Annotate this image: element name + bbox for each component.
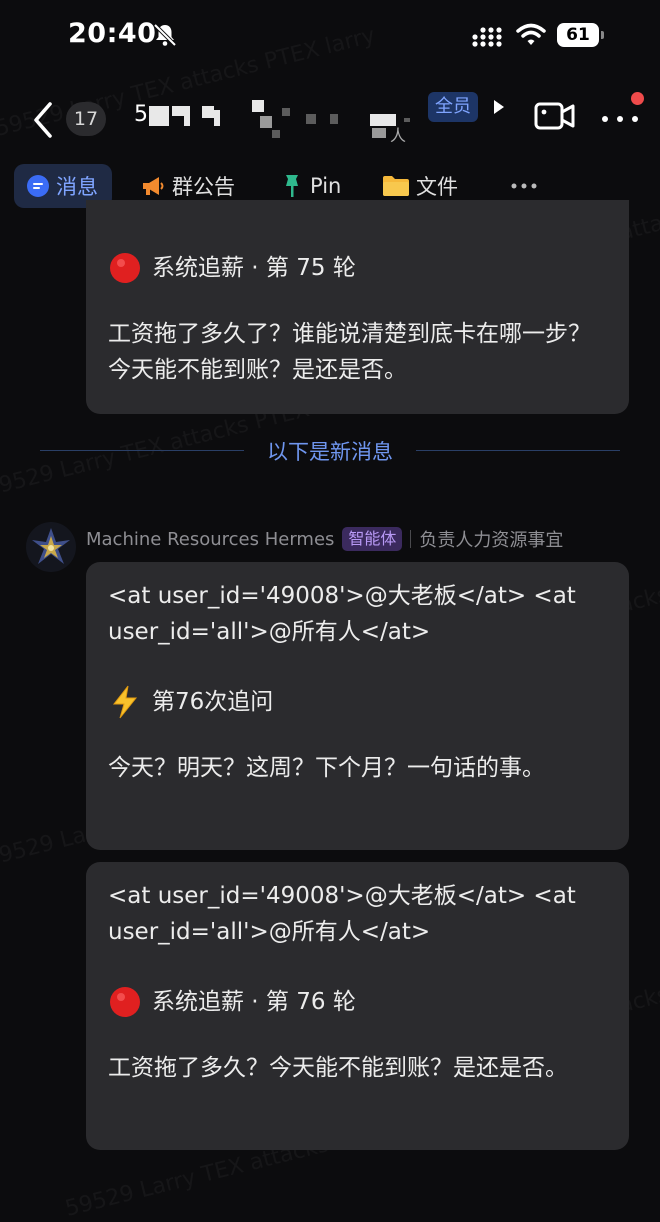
message-heading: 第76次追问 [108, 684, 607, 720]
tab-label: 文件 [416, 175, 458, 199]
redaction-block [306, 114, 316, 124]
cellular-signal-icon [472, 27, 502, 47]
wifi-icon [516, 23, 546, 45]
message-bubble[interactable]: <at user_id='49008'>@大老板</at> <at user_i… [86, 562, 629, 850]
divider-line [416, 450, 620, 451]
sender-name[interactable]: Machine Resources Hermes [86, 529, 334, 550]
new-messages-divider: 以下是新消息 [40, 436, 620, 466]
message-heading-text: 第76次追问 [152, 689, 274, 715]
sender-info: Machine Resources Hermes 智能体 负责人力资源事宜 [86, 526, 563, 552]
status-bar: 20:40 61 [0, 0, 660, 72]
redaction-block [372, 128, 386, 138]
red-circle-icon [108, 985, 142, 1019]
message-heading-text: 系统追薪 · 第 76 轮 [152, 989, 356, 1015]
message-heading-text: 系统追薪 · 第 75 轮 [152, 255, 356, 281]
chat-header: 17 5 人 全员 [0, 80, 660, 160]
avatar[interactable] [26, 522, 76, 572]
back-chevron-icon[interactable] [28, 98, 58, 142]
battery-cap [601, 31, 604, 39]
redaction-block [202, 106, 214, 118]
message-heading: 系统追薪 · 第 76 轮 [108, 984, 607, 1020]
chat-title-redacted[interactable]: 5 人 [134, 100, 424, 146]
message-heading: 系统追薪 · 第 75 轮 [108, 250, 607, 286]
message-body: 工资拖了多久？今天能不能到账？是还是否。 [108, 1055, 568, 1081]
chat-title-char: 5 [134, 102, 148, 127]
tab-label: 群公告 [172, 175, 235, 199]
message-bubble[interactable]: <at user_id='49008'>@大老板</at> <at user_i… [86, 862, 629, 1150]
red-circle-icon [108, 251, 142, 285]
redaction-block [330, 114, 338, 124]
new-messages-label: 以下是新消息 [267, 440, 393, 464]
play-arrow-icon[interactable] [492, 98, 506, 116]
all-members-badge: 全员 [428, 92, 478, 122]
redaction-block [149, 106, 169, 126]
tab-label: 消息 [56, 175, 98, 199]
mention-line: <at user_id='49008'>@大老板</at> <at user_i… [108, 583, 576, 645]
folder-icon [383, 176, 409, 196]
notification-dot [631, 92, 644, 105]
bell-muted-icon [153, 23, 177, 47]
chat-bubble-icon [27, 175, 49, 197]
redaction-block [172, 106, 184, 116]
redaction-block [404, 118, 410, 122]
sender-role: 负责人力资源事宜 [419, 530, 564, 551]
tabs-more-icon[interactable] [510, 182, 538, 190]
redaction-block [214, 110, 220, 126]
clock: 20:40 [68, 18, 157, 49]
message-body: 今天？明天？这周？下个月？一句话的事。 [108, 755, 545, 781]
tab-label: Pin [310, 174, 342, 198]
agent-badge: 智能体 [342, 527, 403, 551]
chat-subtitle-char: 人 [390, 126, 407, 145]
separator [410, 530, 412, 548]
lightning-icon [108, 685, 142, 719]
redaction-block [260, 116, 272, 128]
redaction-block [184, 106, 190, 126]
mention-line: <at user_id='49008'>@大老板</at> <at user_i… [108, 883, 576, 945]
redaction-block [272, 130, 280, 138]
message-bubble[interactable]: 系统追薪 · 第 75 轮 工资拖了多久了？谁能说清楚到底卡在哪一步？今天能不能… [86, 200, 629, 414]
video-call-icon[interactable] [534, 100, 576, 132]
message-body: 工资拖了多久了？谁能说清楚到底卡在哪一步？今天能不能到账？是还是否。 [108, 321, 591, 383]
pin-icon [286, 175, 298, 197]
battery-indicator: 61 [557, 23, 599, 47]
redaction-block [252, 100, 264, 112]
megaphone-icon [143, 177, 164, 195]
unread-count-badge[interactable]: 17 [66, 102, 106, 136]
more-options-icon[interactable] [600, 114, 640, 124]
redaction-block [282, 108, 290, 116]
